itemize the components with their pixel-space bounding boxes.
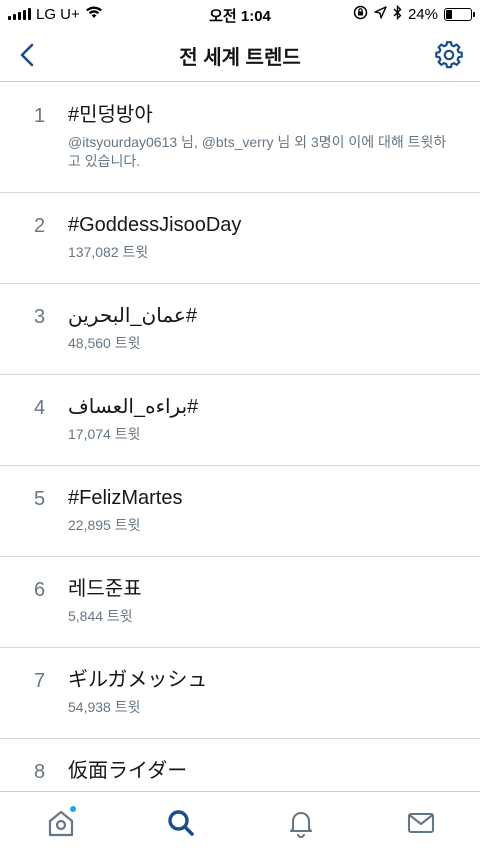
location-icon — [374, 6, 387, 23]
trend-name: #민덩방아 — [68, 104, 153, 126]
page-title: 전 세계 트렌드 — [179, 47, 301, 69]
trend-meta: 17,074 트윗 — [68, 426, 141, 442]
status-bar: LG U+ 오전 1:04 24% — [0, 0, 480, 28]
bell-icon — [289, 812, 313, 838]
trends-list: 1 #민덩방아 @itsyourday0613 님, @bts_verry 님 외 … — [0, 83, 480, 791]
trend-rank: 1 — [34, 105, 46, 127]
trend-body: ギルガメッシュ 54,938 트윗 — [68, 648, 480, 717]
trend-item[interactable]: 3 #عمان_البحرين 48,560 트윗 — [0, 284, 480, 375]
trend-item[interactable]: 8 仮面ライダー — [0, 739, 480, 791]
trend-meta: 54,938 트윗 — [68, 699, 141, 715]
tab-bar — [0, 791, 480, 854]
tab-search[interactable] — [161, 806, 201, 840]
battery-percent: 24% — [407, 6, 438, 23]
trend-body: 레드준표 5,844 트윗 — [68, 557, 480, 626]
trend-meta: 22,895 트윗 — [68, 517, 141, 533]
trend-rank: 3 — [34, 306, 46, 328]
top-bar: 전 세계 트렌드 — [0, 28, 480, 82]
battery-icon — [444, 8, 475, 21]
trend-item[interactable]: 5 #FelizMartes 22,895 트윗 — [0, 466, 480, 557]
trend-rank: 6 — [34, 579, 46, 601]
notification-dot — [69, 805, 77, 813]
trend-body: #GoddessJisooDay 137,082 트윗 — [68, 193, 480, 262]
trend-name: ギルガメッシュ — [68, 669, 208, 691]
trend-item[interactable]: 6 레드준표 5,844 트윗 — [0, 557, 480, 648]
trend-rank: 4 — [34, 397, 46, 419]
trend-rank: 2 — [34, 215, 46, 237]
trend-name: #براءه_العساف — [68, 396, 199, 418]
trend-name: #عمان_البحرين — [68, 305, 197, 327]
trend-name: 仮面ライダー — [68, 760, 188, 782]
trend-item[interactable]: 4 #براءه_العساف 17,074 트윗 — [0, 375, 480, 466]
trend-rank: 7 — [34, 670, 46, 692]
trend-body: 仮面ライダー — [68, 739, 480, 784]
trend-meta: @itsyourday0613 님, @bts_verry 님 외 3명이 이에… — [68, 134, 447, 169]
trend-rank: 5 — [34, 488, 46, 510]
settings-button[interactable] — [432, 38, 466, 72]
trend-name: #FelizMartes — [68, 487, 183, 509]
trend-meta: 48,560 트윗 — [68, 335, 141, 351]
bluetooth-icon — [393, 4, 402, 24]
mail-icon — [407, 812, 435, 834]
trend-meta: 5,844 트윗 — [68, 608, 133, 624]
trend-body: #عمان_البحرين 48,560 트윗 — [68, 284, 480, 353]
trend-name: 레드준표 — [68, 578, 142, 600]
trend-item[interactable]: 2 #GoddessJisooDay 137,082 트윗 — [0, 193, 480, 284]
trend-item[interactable]: 1 #민덩방아 @itsyourday0613 님, @bts_verry 님 외 … — [0, 83, 480, 193]
orientation-lock-icon — [353, 5, 368, 24]
trend-body: #براءه_العساف 17,074 트윗 — [68, 375, 480, 444]
trend-item[interactable]: 7 ギルガメッシュ 54,938 트윗 — [0, 648, 480, 739]
trend-name: #GoddessJisooDay — [68, 214, 242, 236]
tab-notifications[interactable] — [281, 806, 321, 840]
tab-home[interactable] — [41, 805, 81, 840]
trend-rank: 8 — [34, 761, 46, 783]
trend-body: #민덩방아 @itsyourday0613 님, @bts_verry 님 외 3… — [68, 83, 480, 171]
trend-meta: 137,082 트윗 — [68, 244, 149, 260]
battery-level — [446, 10, 452, 19]
tab-messages[interactable] — [401, 806, 441, 840]
gear-icon — [435, 41, 463, 69]
trend-body: #FelizMartes 22,895 트윗 — [68, 466, 480, 535]
search-icon — [168, 810, 194, 836]
status-right: 24% — [353, 4, 475, 24]
